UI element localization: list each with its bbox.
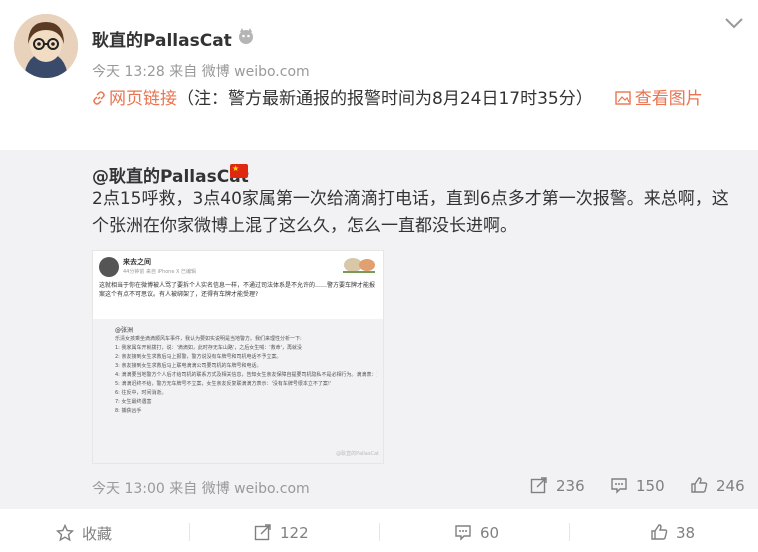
thumbs-up-icon — [691, 477, 708, 493]
post-meta: 今天 13:28 来自 微博 weibo.com — [92, 64, 310, 80]
original-like-button[interactable]: 246 — [690, 476, 745, 495]
like-button[interactable]: 38 — [650, 523, 695, 542]
web-link[interactable]: 网页链接 — [92, 89, 177, 109]
image-avatar — [99, 257, 119, 277]
image-meta: 44分钟前 来自 iPhone X 已编辑 — [123, 269, 197, 275]
action-bar: 收藏 122 60 38 — [0, 508, 758, 552]
image-author: 来去之间 — [123, 258, 151, 266]
divider — [379, 523, 380, 541]
china-flag-icon: ★ — [230, 164, 248, 178]
comment-button[interactable]: 60 — [454, 523, 499, 542]
image-line: 5: 滴滴迟终不给，警方无车牌号不立案，女生亲友反复联滴滴方表示：'没有车牌号很… — [115, 381, 332, 387]
image-line: 7: 女生最终遇害 — [115, 399, 152, 405]
image-line: 8: 捕获凶手 — [115, 408, 142, 414]
reposted-content: @耿直的PallasCat ★ 2点15呼救，3点40家属第一次给滴滴打电话，直… — [0, 150, 758, 508]
image-line: 4: 滴滴要当地警方个人后才给司机的联系方式及相关信息，告知女生亲友保障自提要司… — [115, 372, 377, 378]
cartoon-icon — [343, 258, 375, 273]
image-line: 1: 我家属车开就拨打，说：'滴滴如，此时存无车山路'，之后女生喊：'救命'，再… — [115, 345, 302, 351]
divider — [189, 523, 190, 541]
comment-icon — [455, 525, 471, 541]
original-comment-button[interactable]: 150 — [610, 476, 665, 495]
link-icon — [93, 91, 105, 105]
view-image-label: 查看图片 — [634, 89, 703, 109]
forward-button[interactable]: 122 — [254, 523, 309, 542]
comment-count: 60 — [480, 524, 500, 542]
favorite-button[interactable]: 收藏 — [55, 523, 113, 544]
post-text: 网页链接（注：警方最新通报的报警时间为8月24日17时35分） 查看图片 — [92, 86, 742, 113]
image-icon — [615, 91, 631, 105]
image-line: 乐清女孩乘坐滴滴顺风车事件，我认为要如实说明是当地警方。我们来理性分析一下: — [115, 336, 302, 342]
original-author[interactable]: @耿直的PallasCat — [92, 162, 249, 187]
comment-icon — [611, 478, 627, 494]
image-line: 3: 亲友接到女生求救后马上联电滴滴公司要司机的车牌号和电话。 — [115, 363, 262, 369]
image-inner-user: @张洲 — [115, 327, 134, 334]
forward-count: 122 — [280, 524, 309, 542]
image-watermark: @耿直的PallasCat — [336, 451, 379, 457]
image-body: 这就相当于你在微博被人骂了要拆个人实名信息一样，不通过司法体系是不允许的……警方… — [99, 282, 376, 298]
author-name[interactable]: 耿直的PallasCat — [92, 26, 232, 51]
original-comment-count: 150 — [636, 477, 665, 495]
original-text: 2点15呼救，3点40家属第一次给滴滴打电话，直到6点多才第一次报警。来总啊，这… — [92, 189, 729, 236]
image-line: 2: 亲友接到女生求救后马上报警，警方说没有车牌号和司机电话不予立案。 — [115, 354, 282, 360]
original-like-count: 246 — [716, 477, 745, 495]
post-body: （注：警方最新通报的报警时间为8月24日17时35分） — [177, 89, 593, 109]
favorite-label: 收藏 — [82, 525, 113, 543]
forward-icon — [530, 477, 547, 494]
image-line: 6: 往反中，时间消逝。 — [115, 390, 167, 396]
web-link-label: 网页链接 — [109, 89, 177, 109]
original-repost-button[interactable]: 236 — [530, 476, 585, 495]
original-meta: 今天 13:00 来自 微博 weibo.com — [92, 481, 310, 497]
chevron-down-icon[interactable] — [724, 16, 744, 30]
attached-image[interactable]: 来去之间 44分钟前 来自 iPhone X 已编辑 这就相当于你在微博被人骂了… — [92, 250, 384, 464]
divider — [569, 523, 570, 541]
weibo-post: 耿直的PallasCat 今天 13:28 来自 微博 weibo.com 网页… — [0, 0, 758, 552]
star-icon — [55, 523, 75, 542]
author-avatar[interactable] — [14, 14, 78, 78]
forward-icon — [254, 524, 271, 541]
like-count: 38 — [676, 524, 696, 542]
member-badge-icon[interactable] — [236, 26, 256, 46]
view-image-link[interactable]: 查看图片 — [593, 89, 703, 109]
thumbs-up-icon — [651, 524, 668, 540]
original-repost-count: 236 — [556, 477, 585, 495]
image-inner-repost: @张洲 乐清女孩乘坐滴滴顺风车事件，我认为要如实说明是当地警方。我们来理性分析一… — [93, 319, 383, 463]
image-inner-lines: 乐清女孩乘坐滴滴顺风车事件，我认为要如实说明是当地警方。我们来理性分析一下: 1… — [115, 335, 377, 416]
